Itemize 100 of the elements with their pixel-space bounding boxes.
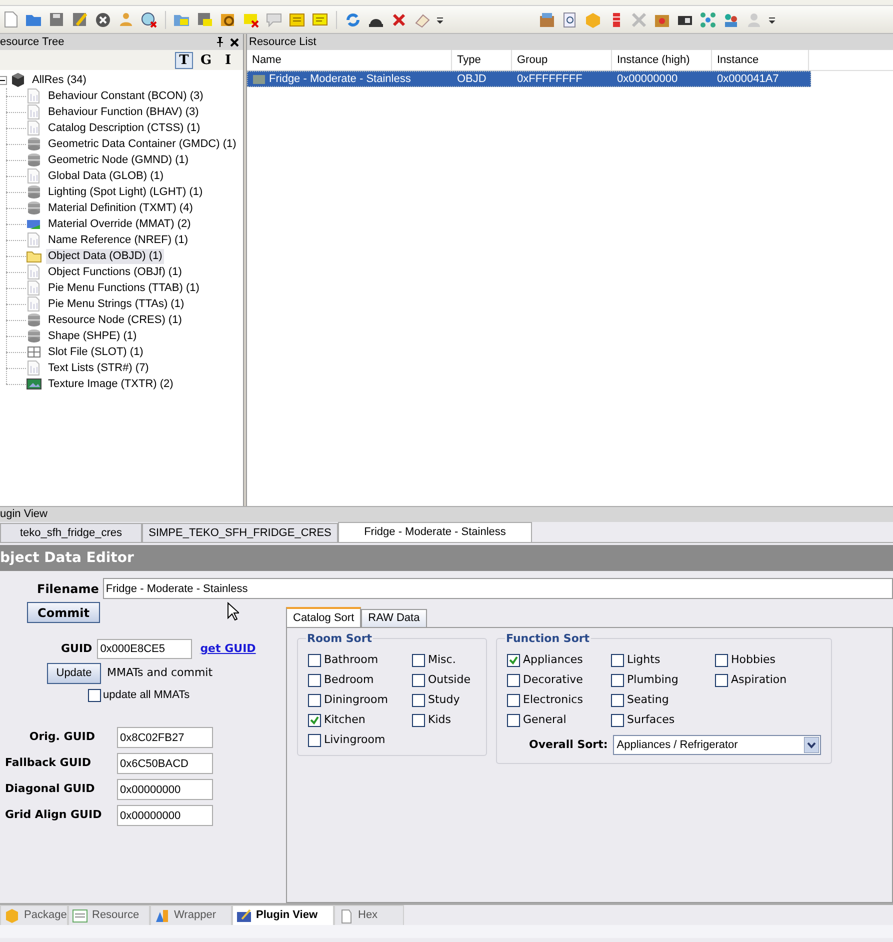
field-label: Orig. GUID [28, 729, 96, 746]
view-toggle-button[interactable]: G [197, 52, 215, 68]
column-header[interactable]: Group [512, 50, 612, 70]
overall-sort-dropdown[interactable]: Appliances / Refrigerator [612, 735, 821, 755]
note-lines-icon[interactable] [311, 10, 329, 28]
document-icon [26, 168, 42, 184]
collapse-toggle-icon[interactable] [0, 76, 7, 84]
tree-item[interactable]: Behaviour Function (BHAV) (3) [46, 104, 201, 120]
checkbox[interactable] [308, 654, 321, 666]
guid-field[interactable]: 0x000E8CE5 [97, 639, 192, 659]
tree-item[interactable]: Slot File (SLOT) (1) [46, 344, 146, 360]
bottom-tab[interactable]: Resource [68, 905, 150, 925]
checkbox[interactable] [507, 714, 520, 726]
checkbox-label: Surfaces [627, 712, 675, 728]
tree-item[interactable]: Material Definition (TXMT) (4) [46, 200, 195, 216]
checkbox-label: update all MMATs [103, 688, 190, 703]
column-header[interactable]: Instance [712, 50, 809, 70]
tree-item[interactable]: Geometric Data Container (GMDC) (1) [46, 136, 238, 152]
bottom-tab[interactable]: Wrapper [150, 905, 232, 925]
tree-item[interactable]: Pie Menu Strings (TTAs) (1) [46, 296, 186, 312]
checkbox[interactable] [507, 674, 520, 686]
update-description: MMATs and commit [107, 665, 213, 682]
note-icon[interactable] [288, 10, 306, 28]
close-icon[interactable] [230, 38, 239, 46]
checkbox-label: Lights [627, 652, 660, 668]
tree-item[interactable]: Material Override (MMAT) (2) [46, 216, 193, 232]
dropdown-arrow-icon[interactable] [804, 737, 819, 753]
guid-field[interactable]: 0x00000000 [117, 779, 213, 800]
package-icon[interactable] [538, 10, 556, 28]
checkbox[interactable] [308, 674, 321, 686]
more-caret-icon[interactable] [768, 14, 776, 24]
tree-item[interactable]: AllRes (34) [29, 72, 86, 88]
tree-item[interactable]: Catalog Description (CTSS) (1) [46, 120, 202, 136]
checkbox[interactable] [507, 694, 520, 706]
search-remove-icon[interactable] [140, 10, 158, 28]
save-note-icon[interactable] [196, 10, 214, 28]
table-cell-text: 0x000041A7 [717, 72, 779, 87]
update-button[interactable]: Update [47, 663, 101, 684]
column-header[interactable]: Name [247, 50, 452, 70]
tree-item[interactable]: Object Functions (OBJf) (1) [46, 264, 184, 280]
new-document-icon[interactable] [2, 10, 20, 28]
document-icon [26, 120, 42, 136]
guid-field[interactable]: 0x8C02FB27 [117, 727, 213, 748]
tree-item[interactable]: Lighting (Spot Light) (LGHT) (1) [46, 184, 205, 200]
checkbox[interactable] [412, 694, 425, 706]
checkbox[interactable] [715, 674, 728, 686]
document-tab[interactable]: Fridge - Moderate - Stainless [338, 522, 532, 542]
pin-icon[interactable] [216, 37, 224, 47]
field-label: Grid Align GUID [5, 807, 103, 824]
guid-field[interactable]: 0x00000000 [117, 805, 213, 826]
checkbox[interactable] [715, 654, 728, 666]
checkbox[interactable] [412, 654, 425, 666]
checkbox[interactable] [611, 654, 624, 666]
panel-tab[interactable]: Catalog Sort [286, 607, 362, 627]
tree-item[interactable]: Object Data (OBJD) (1) [46, 248, 164, 264]
refresh-icon[interactable] [344, 10, 362, 28]
checkbox[interactable] [412, 714, 425, 726]
tree-item[interactable]: Name Reference (NREF) (1) [46, 232, 190, 248]
guid-field[interactable]: 0x6C50BACD [117, 753, 213, 774]
column-header[interactable]: Instance (high) [612, 50, 712, 70]
checkbox[interactable] [412, 674, 425, 686]
checkbox[interactable] [507, 654, 520, 666]
bottom-tab[interactable]: Package [0, 905, 68, 925]
view-toggle-button[interactable]: I [219, 52, 237, 68]
tree-item[interactable]: Texture Image (TXTR) (2) [46, 376, 176, 392]
database-icon [26, 312, 42, 328]
checkbox[interactable] [611, 714, 624, 726]
tree-item[interactable]: Global Data (GLOB) (1) [46, 168, 166, 184]
checkbox[interactable] [88, 688, 101, 702]
checkbox[interactable] [308, 694, 321, 706]
panel-tab[interactable]: RAW Data [361, 609, 427, 627]
get-guid-link[interactable]: get GUID [200, 640, 256, 658]
document-tab[interactable]: SIMPE_TEKO_SFH_FRIDGE_CRES [142, 523, 338, 542]
checkbox[interactable] [611, 694, 624, 706]
more-caret-icon[interactable] [436, 14, 444, 24]
database-icon [26, 136, 42, 152]
panel-title: ugin View [0, 507, 48, 522]
grid-dots-icon[interactable] [699, 10, 717, 28]
save-icon[interactable] [48, 10, 66, 28]
table-row[interactable]: Fridge - Moderate - Stainless OBJD 0xFFFFFFFF 0x00000000 0x000041A7 [247, 71, 811, 87]
tree-item[interactable]: Geometric Node (GMND) (1) [46, 152, 191, 168]
checkbox[interactable] [611, 674, 624, 686]
database-icon [26, 200, 42, 216]
tree-item[interactable]: Behaviour Constant (BCON) (3) [46, 88, 206, 104]
view-toggle-button[interactable]: T [175, 52, 193, 68]
close-circle-icon[interactable] [94, 10, 112, 28]
tree-item[interactable]: Text Lists (STR#) (7) [46, 360, 151, 376]
tree-item[interactable]: Shape (SHPE) (1) [46, 328, 139, 344]
bottom-tab[interactable]: Plugin View [232, 905, 334, 925]
save-edit-icon[interactable] [71, 10, 89, 28]
filename-field[interactable]: Fridge - Moderate - Stainless [102, 578, 893, 599]
checkbox-label: Misc. [428, 652, 456, 668]
tree-item[interactable]: Pie Menu Functions (TTAB) (1) [46, 280, 202, 296]
checkbox[interactable] [308, 714, 321, 726]
document-tab[interactable]: teko_sfh_fridge_cres [0, 523, 142, 542]
tree-item[interactable]: Resource Node (CRES) (1) [46, 312, 184, 328]
column-header[interactable]: Type [452, 50, 512, 70]
bottom-tab[interactable]: Hex [334, 905, 404, 925]
commit-button[interactable]: Commit [27, 602, 100, 623]
checkbox[interactable] [308, 734, 321, 746]
